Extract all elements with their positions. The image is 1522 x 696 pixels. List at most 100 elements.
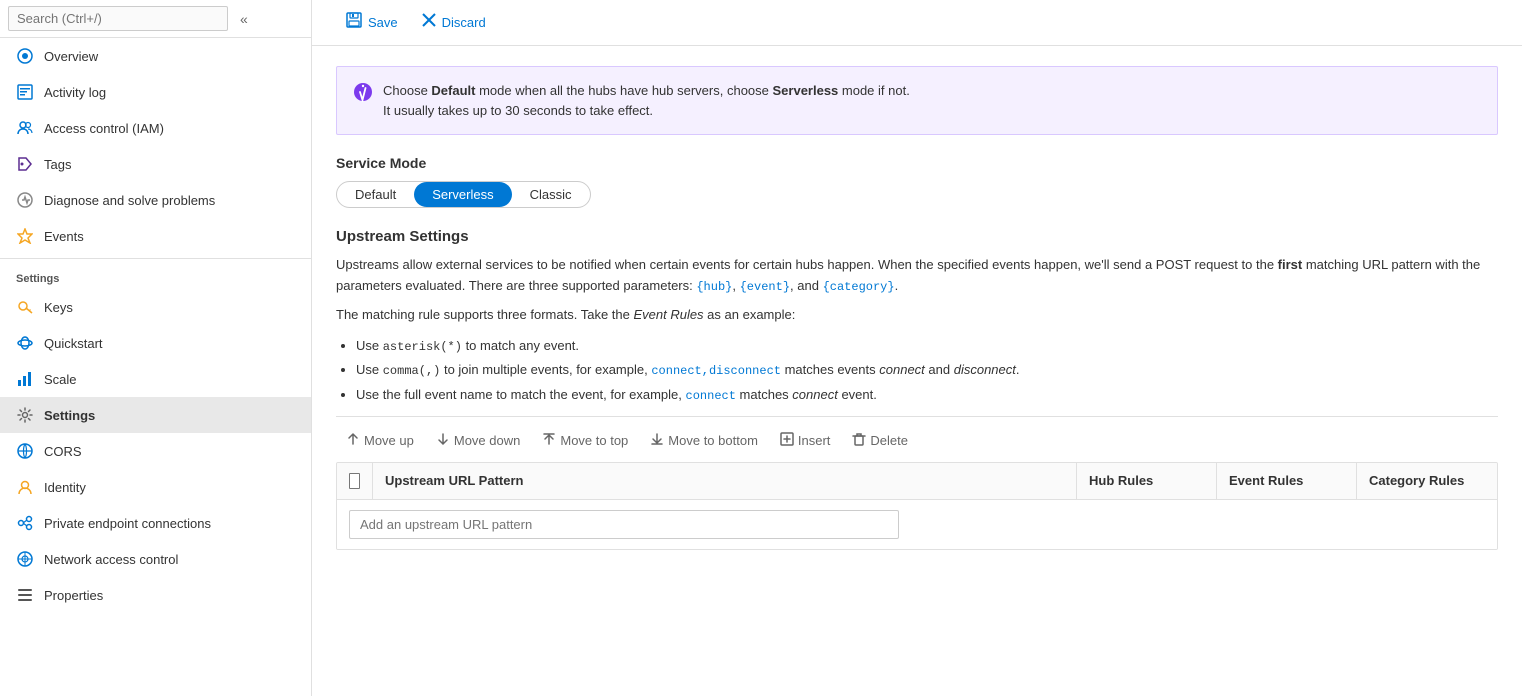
delete-label: Delete: [870, 433, 908, 448]
move-down-button[interactable]: Move down: [426, 427, 530, 454]
search-input[interactable]: [8, 6, 228, 31]
sidebar-item-label: Settings: [44, 408, 95, 423]
sidebar-item-label: Access control (IAM): [44, 121, 164, 136]
th-hub-rules: Hub Rules: [1077, 463, 1217, 499]
discard-button[interactable]: Discard: [412, 9, 496, 36]
bullet-item-2: Use comma(,) to join multiple events, fo…: [356, 358, 1498, 383]
network-access-icon: [16, 550, 34, 568]
sidebar-item-label: Quickstart: [44, 336, 103, 351]
content-area: Choose Default mode when all the hubs ha…: [312, 46, 1522, 696]
event-rules-italic: Event Rules: [633, 307, 703, 322]
banner-text-middle: mode when all the hubs have hub servers,…: [475, 83, 772, 98]
sidebar-item-label: Identity: [44, 480, 86, 495]
sidebar-item-label: Diagnose and solve problems: [44, 193, 215, 208]
param-hub: {hub}: [696, 280, 732, 294]
move-up-icon: [346, 432, 360, 449]
connect-disconnect-link[interactable]: connect,disconnect: [651, 364, 781, 378]
param-event: {event}: [740, 280, 790, 294]
param-category: {category}: [823, 280, 895, 294]
connect-event-italic: connect: [792, 387, 838, 402]
settings-section-label: Settings: [0, 263, 311, 289]
sidebar-item-activity-log[interactable]: Activity log: [0, 74, 311, 110]
table-body: [337, 500, 1497, 549]
scale-icon: [16, 370, 34, 388]
diagnose-icon: [16, 191, 34, 209]
header-checkbox[interactable]: [349, 473, 360, 489]
sidebar-collapse-button[interactable]: «: [234, 9, 254, 29]
save-button[interactable]: Save: [336, 8, 408, 37]
bullet-item-1: Use asterisk(*) to match any event.: [356, 334, 1498, 359]
sidebar-search-container: «: [0, 0, 311, 38]
banner-text-before: Choose: [383, 83, 431, 98]
sidebar-item-identity[interactable]: Identity: [0, 469, 311, 505]
first-bold: first: [1278, 257, 1303, 272]
comma-code: comma(,): [383, 364, 441, 378]
asterisk-code: asterisk(*): [383, 340, 462, 354]
sidebar-item-private-endpoint[interactable]: Private endpoint connections: [0, 505, 311, 541]
sidebar-item-label: Scale: [44, 372, 77, 387]
toolbar: Save Discard: [312, 0, 1522, 46]
sidebar-item-events[interactable]: Events: [0, 218, 311, 254]
mode-classic-button[interactable]: Classic: [512, 182, 590, 207]
th-checkbox: [337, 463, 373, 499]
sidebar-item-label: Properties: [44, 588, 103, 603]
insert-button[interactable]: Insert: [770, 427, 841, 454]
mode-default-button[interactable]: Default: [337, 182, 414, 207]
table-add-row: [337, 500, 1497, 549]
move-up-button[interactable]: Move up: [336, 427, 424, 454]
move-to-bottom-button[interactable]: Move to bottom: [640, 427, 768, 454]
sidebar-item-scale[interactable]: Scale: [0, 361, 311, 397]
sidebar-item-label: Private endpoint connections: [44, 516, 211, 531]
insert-icon: [780, 432, 794, 449]
sidebar-item-label: Overview: [44, 49, 98, 64]
save-icon: [346, 12, 362, 33]
connect-link[interactable]: connect: [686, 389, 736, 403]
banner-default-label: Default: [431, 83, 475, 98]
sidebar-item-quickstart[interactable]: Quickstart: [0, 325, 311, 361]
banner-text-after: mode if not.: [838, 83, 910, 98]
add-url-pattern-input[interactable]: [349, 510, 899, 539]
connect-italic: connect: [879, 362, 925, 377]
private-endpoint-icon: [16, 514, 34, 532]
sidebar-item-label: CORS: [44, 444, 82, 459]
delete-button[interactable]: Delete: [842, 427, 918, 454]
sidebar-item-overview[interactable]: Overview: [0, 38, 311, 74]
iam-icon: [16, 119, 34, 137]
mode-serverless-button[interactable]: Serverless: [414, 182, 511, 207]
sidebar-item-settings[interactable]: Settings: [0, 397, 311, 433]
events-icon: [16, 227, 34, 245]
info-banner: Choose Default mode when all the hubs ha…: [336, 66, 1498, 135]
move-to-top-button[interactable]: Move to top: [532, 427, 638, 454]
sidebar-item-label: Network access control: [44, 552, 178, 567]
identity-icon: [16, 478, 34, 496]
move-to-top-icon: [542, 432, 556, 449]
sidebar-item-network-access[interactable]: Network access control: [0, 541, 311, 577]
sidebar-item-iam[interactable]: Access control (IAM): [0, 110, 311, 146]
sidebar-item-tags[interactable]: Tags: [0, 146, 311, 182]
sidebar-item-properties[interactable]: Properties: [0, 577, 311, 613]
upstream-title: Upstream Settings: [336, 228, 1498, 245]
move-down-icon: [436, 432, 450, 449]
sidebar-item-keys[interactable]: Keys: [0, 289, 311, 325]
upstream-description: Upstreams allow external services to be …: [336, 255, 1498, 297]
sidebar-item-label: Keys: [44, 300, 73, 315]
move-down-label: Move down: [454, 433, 520, 448]
bullet-item-3: Use the full event name to match the eve…: [356, 383, 1498, 408]
settings-icon: [16, 406, 34, 424]
th-url-pattern: Upstream URL Pattern: [373, 463, 1077, 499]
sidebar-item-cors[interactable]: CORS: [0, 433, 311, 469]
keys-icon: [16, 298, 34, 316]
sidebar-divider: [0, 258, 311, 259]
cors-icon: [16, 442, 34, 460]
move-up-label: Move up: [364, 433, 414, 448]
th-category-rules: Category Rules: [1357, 463, 1497, 499]
discard-label: Discard: [442, 15, 486, 30]
sidebar-item-label: Activity log: [44, 85, 106, 100]
discard-icon: [422, 13, 436, 32]
overview-icon: [16, 47, 34, 65]
sidebar-item-diagnose[interactable]: Diagnose and solve problems: [0, 182, 311, 218]
insert-label: Insert: [798, 433, 831, 448]
sidebar: « Overview Activity log Access control (…: [0, 0, 312, 696]
banner-text: Choose Default mode when all the hubs ha…: [383, 81, 910, 120]
disconnect-italic: disconnect: [954, 362, 1016, 377]
